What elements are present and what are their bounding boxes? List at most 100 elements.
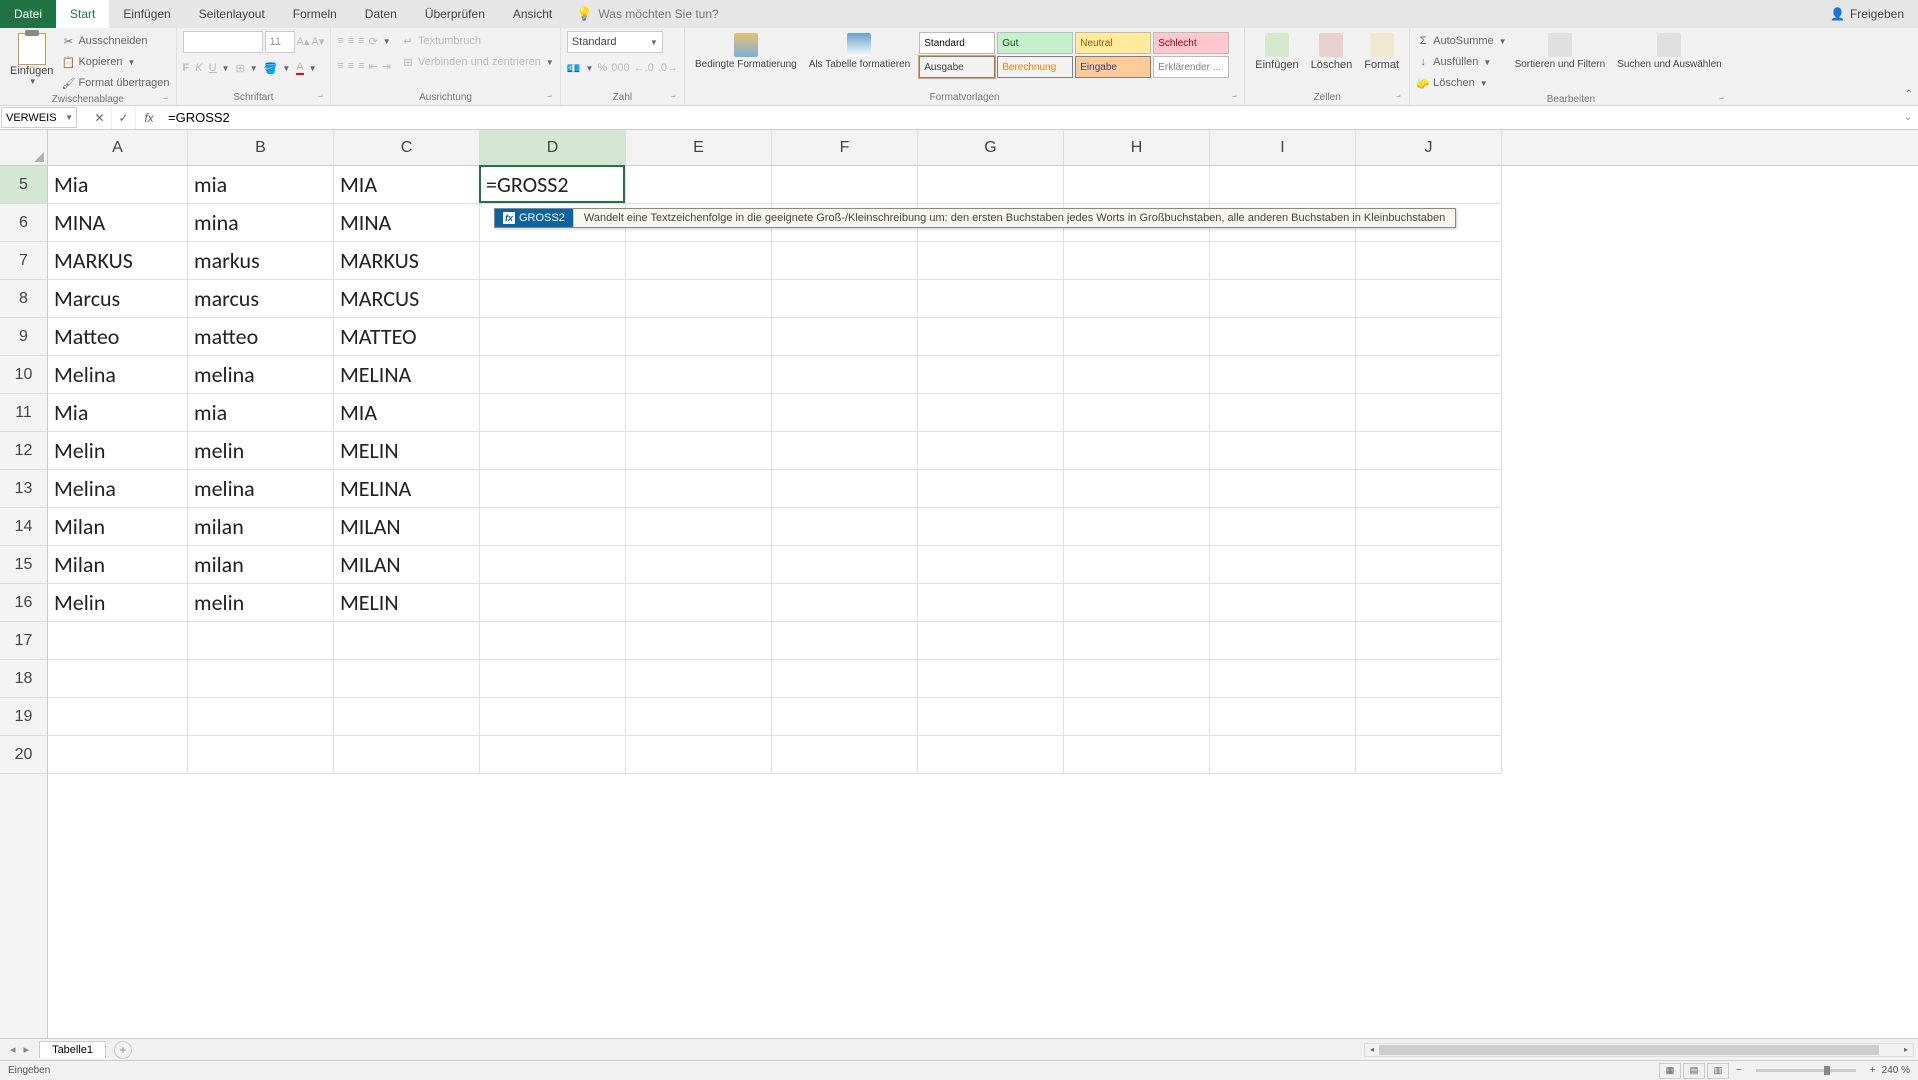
cell-A18[interactable]	[48, 660, 188, 698]
cell-E16[interactable]	[626, 584, 772, 622]
align-middle-button[interactable]: ≡	[348, 31, 354, 51]
cell-H11[interactable]	[1064, 394, 1210, 432]
autocomplete-item[interactable]: fx GROSS2	[495, 209, 573, 227]
cell-H20[interactable]	[1064, 736, 1210, 774]
cell-B11[interactable]: mia	[188, 394, 334, 432]
row-header-17[interactable]: 17	[0, 622, 47, 660]
scroll-left-icon[interactable]: ◂	[1365, 1044, 1379, 1056]
select-all-corner[interactable]	[0, 130, 48, 166]
cell-I15[interactable]	[1210, 546, 1356, 584]
cell-I5[interactable]	[1210, 166, 1356, 204]
cell-G7[interactable]	[918, 242, 1064, 280]
cell-A5[interactable]: Mia	[48, 166, 188, 204]
cell-E10[interactable]	[626, 356, 772, 394]
cell-A19[interactable]	[48, 698, 188, 736]
cell-J9[interactable]	[1356, 318, 1502, 356]
ribbon-tab-data[interactable]: Daten	[351, 0, 411, 28]
cell-E18[interactable]	[626, 660, 772, 698]
column-header-F[interactable]: F	[772, 130, 918, 165]
align-bottom-button[interactable]: ≡	[358, 31, 364, 51]
formula-autocomplete[interactable]: fx GROSS2 Wandelt eine Textzeichenfolge …	[494, 208, 1456, 228]
share-button[interactable]: 👤 Freigeben	[1816, 0, 1918, 28]
row-header-12[interactable]: 12	[0, 432, 47, 470]
cell-B16[interactable]: melin	[188, 584, 334, 622]
cell-E11[interactable]	[626, 394, 772, 432]
cell-C8[interactable]: MARCUS	[334, 280, 480, 318]
cell-J11[interactable]	[1356, 394, 1502, 432]
cell-G18[interactable]	[918, 660, 1064, 698]
cell-style-standard[interactable]: Standard	[919, 32, 995, 54]
cell-B17[interactable]	[188, 622, 334, 660]
increase-indent-button[interactable]: ⇥	[382, 56, 391, 76]
cell-D13[interactable]	[480, 470, 626, 508]
cell-C20[interactable]	[334, 736, 480, 774]
cell-A15[interactable]: Milan	[48, 546, 188, 584]
cell-G9[interactable]	[918, 318, 1064, 356]
file-tab[interactable]: Datei	[0, 0, 56, 28]
cell-A11[interactable]: Mia	[48, 394, 188, 432]
sheet-nav-last-icon[interactable]: ▸	[24, 1043, 30, 1056]
ribbon-tab-layout[interactable]: Seitenlayout	[185, 0, 279, 28]
wrap-text-button[interactable]: ↵Textumbruch	[401, 31, 554, 51]
row-header-13[interactable]: 13	[0, 470, 47, 508]
cell-G12[interactable]	[918, 432, 1064, 470]
cell-C14[interactable]: MILAN	[334, 508, 480, 546]
sheet-tab[interactable]: Tabelle1	[39, 1041, 106, 1058]
cell-G13[interactable]	[918, 470, 1064, 508]
row-header-8[interactable]: 8	[0, 280, 47, 318]
cell-D19[interactable]	[480, 698, 626, 736]
cell-A8[interactable]: Marcus	[48, 280, 188, 318]
cell-C18[interactable]	[334, 660, 480, 698]
page-break-view-button[interactable]: ▥	[1707, 1063, 1729, 1079]
copy-button[interactable]: 📋Kopieren▼	[61, 52, 169, 72]
cell-I17[interactable]	[1210, 622, 1356, 660]
row-header-15[interactable]: 15	[0, 546, 47, 584]
zoom-level[interactable]: 240 %	[1882, 1065, 1910, 1076]
merge-center-button[interactable]: ⊞Verbinden und zentrieren▼	[401, 52, 554, 72]
align-top-button[interactable]: ≡	[337, 31, 343, 51]
cell-I18[interactable]	[1210, 660, 1356, 698]
cell-H10[interactable]	[1064, 356, 1210, 394]
insert-cells-button[interactable]: Einfügen	[1251, 31, 1302, 73]
cell-D7[interactable]	[480, 242, 626, 280]
italic-button[interactable]: K	[195, 58, 202, 78]
column-header-I[interactable]: I	[1210, 130, 1356, 165]
cell-C17[interactable]	[334, 622, 480, 660]
bold-button[interactable]: F	[183, 58, 190, 78]
cell-B15[interactable]: milan	[188, 546, 334, 584]
cell-D17[interactable]	[480, 622, 626, 660]
cell-C5[interactable]: MIA	[334, 166, 480, 204]
scroll-thumb[interactable]	[1379, 1045, 1879, 1055]
name-box[interactable]: VERWEIS▼	[1, 107, 77, 128]
cell-I14[interactable]	[1210, 508, 1356, 546]
cell-F10[interactable]	[772, 356, 918, 394]
cell-C12[interactable]: MELIN	[334, 432, 480, 470]
format-cells-button[interactable]: Format	[1360, 31, 1403, 73]
cell-I9[interactable]	[1210, 318, 1356, 356]
cell-style-erklrender[interactable]: Erklärender ...	[1153, 56, 1229, 78]
cell-C7[interactable]: MARKUS	[334, 242, 480, 280]
column-header-H[interactable]: H	[1064, 130, 1210, 165]
decrease-indent-button[interactable]: ⇤	[369, 56, 378, 76]
cell-A6[interactable]: MINA	[48, 204, 188, 242]
cell-style-eingabe[interactable]: Eingabe	[1075, 56, 1151, 78]
cell-I7[interactable]	[1210, 242, 1356, 280]
cell-F5[interactable]	[772, 166, 918, 204]
cell-D8[interactable]	[480, 280, 626, 318]
cell-H7[interactable]	[1064, 242, 1210, 280]
cell-G8[interactable]	[918, 280, 1064, 318]
cell-E14[interactable]	[626, 508, 772, 546]
zoom-in-button[interactable]: +	[1870, 1065, 1876, 1076]
cell-I20[interactable]	[1210, 736, 1356, 774]
column-header-C[interactable]: C	[334, 130, 480, 165]
cell-A10[interactable]: Melina	[48, 356, 188, 394]
cell-E20[interactable]	[626, 736, 772, 774]
new-sheet-button[interactable]: +	[114, 1041, 132, 1059]
font-size-combo[interactable]: 11	[265, 31, 295, 53]
cell-E7[interactable]	[626, 242, 772, 280]
cell-F13[interactable]	[772, 470, 918, 508]
column-header-E[interactable]: E	[626, 130, 772, 165]
cell-I13[interactable]	[1210, 470, 1356, 508]
normal-view-button[interactable]: ▦	[1659, 1063, 1681, 1079]
cell-H5[interactable]	[1064, 166, 1210, 204]
